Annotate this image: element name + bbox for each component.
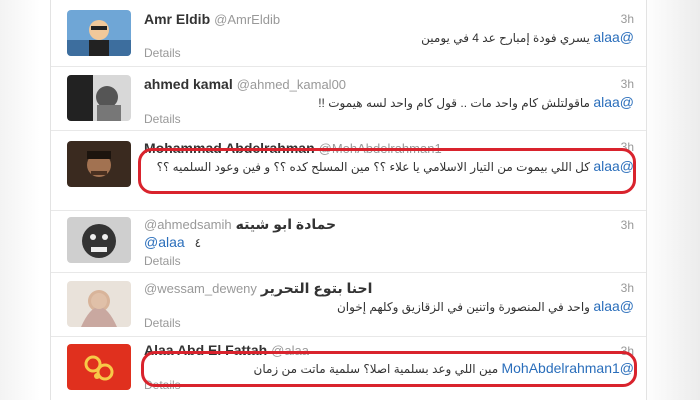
highlight-box	[141, 351, 637, 387]
author-name[interactable]: ahmed kamal @ahmed_kamal00	[144, 76, 346, 92]
avatar[interactable]	[67, 281, 131, 327]
details-link[interactable]: Details	[144, 316, 181, 330]
author-name[interactable]: @wessam_deweny احنا بتوع التحرير	[144, 280, 372, 297]
tweet-text: @alaa ٤	[144, 234, 201, 250]
author-handle[interactable]: @AmrEldib	[214, 12, 280, 27]
tweet-body: واحد في المنصورة واتنين في الزقازيق وكله…	[336, 300, 590, 314]
tweet-item: Amr Eldib @AmrEldib 3h @alaa يسري فودة إم…	[51, 0, 646, 67]
avatar[interactable]	[67, 141, 131, 187]
avatar[interactable]	[67, 75, 131, 121]
mention-link[interactable]: @alaa	[593, 29, 634, 45]
avatar[interactable]	[67, 10, 131, 56]
author-handle[interactable]: @ahmedsamih	[144, 217, 232, 232]
details-link[interactable]: Details	[144, 112, 181, 126]
tweet-text: @alaa واحد في المنصورة واتنين في الزقازي…	[144, 297, 634, 317]
tweet-timestamp[interactable]: 3h	[621, 12, 634, 26]
mention-link[interactable]: @alaa	[593, 298, 634, 314]
details-link[interactable]: Details	[144, 46, 181, 60]
tweet-item: ahmed kamal @ahmed_kamal00 3h @alaa ماقول…	[51, 66, 646, 131]
tweet-text: @alaa ماقولتلش كام واحد مات .. قول كام و…	[144, 93, 634, 113]
avatar[interactable]	[67, 217, 131, 263]
tweet-item: @wessam_deweny احنا بتوع التحرير 3h @alaa…	[51, 272, 646, 337]
tweet-timestamp[interactable]: 3h	[621, 281, 634, 295]
tweet-timeline: Amr Eldib @AmrEldib 3h @alaa يسري فودة إم…	[50, 0, 647, 400]
tweet-body: ماقولتلش كام واحد مات .. قول كام واحد لس…	[318, 96, 590, 110]
author-name[interactable]: @ahmedsamih حمادة ابو شيته	[144, 216, 336, 233]
tweet-body: ٤	[194, 236, 202, 250]
author-handle[interactable]: @ahmed_kamal00	[237, 77, 346, 92]
avatar[interactable]	[67, 344, 131, 390]
details-link[interactable]: Details	[144, 254, 181, 268]
tweet-body: يسري فودة إمبارح عد 4 في يومين	[421, 31, 590, 45]
mention-link[interactable]: @alaa	[144, 234, 185, 250]
highlight-box	[138, 148, 636, 194]
author-handle[interactable]: @wessam_deweny	[144, 281, 257, 296]
tweet-timestamp[interactable]: 3h	[621, 218, 634, 232]
page-background-left	[0, 0, 40, 400]
tweet-item: @ahmedsamih حمادة ابو شيته 3h @alaa ٤ Det…	[51, 210, 646, 273]
author-name[interactable]: Amr Eldib @AmrEldib	[144, 11, 280, 27]
page-background-right	[642, 0, 700, 400]
tweet-text: @alaa يسري فودة إمبارح عد 4 في يومين	[144, 28, 634, 48]
mention-link[interactable]: @alaa	[593, 94, 634, 110]
tweet-timestamp[interactable]: 3h	[621, 77, 634, 91]
